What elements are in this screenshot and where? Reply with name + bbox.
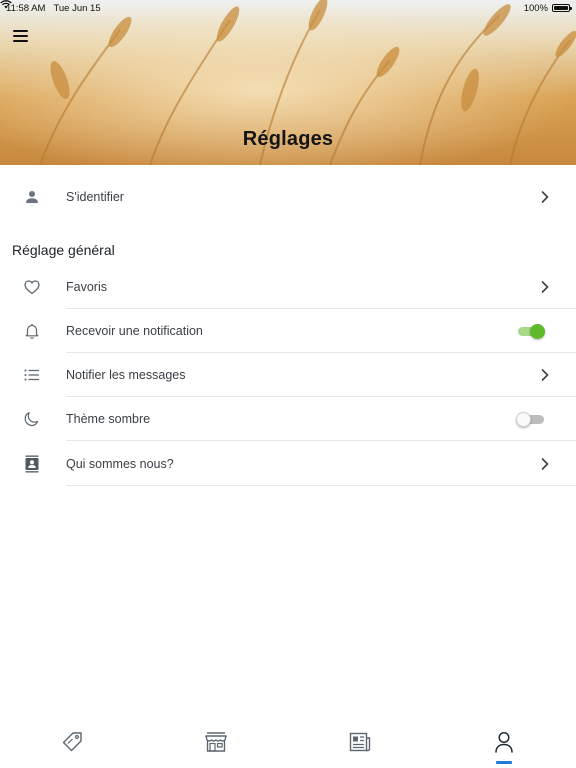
bell-icon	[22, 321, 42, 341]
settings-item-label: Recevoir une notification	[66, 324, 203, 338]
settings-item-notifications: Recevoir une notification	[0, 309, 576, 353]
settings-item-label: Notifier les messages	[66, 368, 186, 382]
settings-item-favorites[interactable]: Favoris	[0, 265, 576, 309]
tag-icon	[62, 732, 82, 752]
tab-news[interactable]	[346, 728, 374, 756]
chevron-right-icon	[541, 281, 549, 293]
chevron-right-icon	[541, 458, 549, 470]
battery-icon	[552, 4, 572, 12]
battery-percent: 100%	[523, 2, 548, 14]
login-row[interactable]: S'identifier	[0, 175, 576, 219]
newspaper-icon	[349, 732, 371, 752]
row-divider	[66, 485, 576, 486]
list-icon	[22, 365, 42, 385]
moon-icon	[22, 409, 42, 429]
store-icon	[205, 732, 227, 752]
wifi-icon	[0, 0, 12, 9]
status-date: Tue Jun 15	[53, 2, 101, 14]
header-banner: 11:58 AM Tue Jun 15 100% Réglages	[0, 0, 576, 165]
person-icon	[22, 187, 42, 207]
status-right: 100%	[0, 0, 572, 14]
notifications-toggle[interactable]	[516, 324, 546, 339]
tab-store[interactable]	[202, 728, 230, 756]
active-tab-indicator	[496, 761, 512, 764]
tab-offers[interactable]	[58, 728, 86, 756]
heart-icon	[22, 277, 42, 297]
page-title: Réglages	[242, 128, 334, 150]
row-divider	[66, 440, 576, 441]
settings-item-label: Thème sombre	[66, 412, 151, 426]
settings-item-dark-theme: Thème sombre	[0, 397, 576, 441]
chevron-right-icon	[541, 191, 549, 203]
login-label: S'identifier	[66, 190, 124, 204]
contact-card-icon	[22, 454, 42, 474]
status-bar: 11:58 AM Tue Jun 15 100%	[0, 0, 576, 16]
settings-item-label: Qui sommes nous?	[66, 457, 174, 471]
bottom-tab-bar	[0, 722, 576, 768]
chevron-right-icon	[541, 369, 549, 381]
profile-icon	[495, 731, 513, 753]
dark-theme-toggle[interactable]	[516, 412, 546, 427]
section-title-general: Réglage général	[12, 242, 115, 258]
settings-item-label: Favoris	[66, 280, 107, 294]
settings-item-about-us[interactable]: Qui sommes nous?	[0, 442, 576, 486]
settings-item-notify-messages[interactable]: Notifier les messages	[0, 353, 576, 397]
tab-profile[interactable]	[490, 728, 518, 756]
hamburger-menu-icon[interactable]	[13, 30, 29, 42]
